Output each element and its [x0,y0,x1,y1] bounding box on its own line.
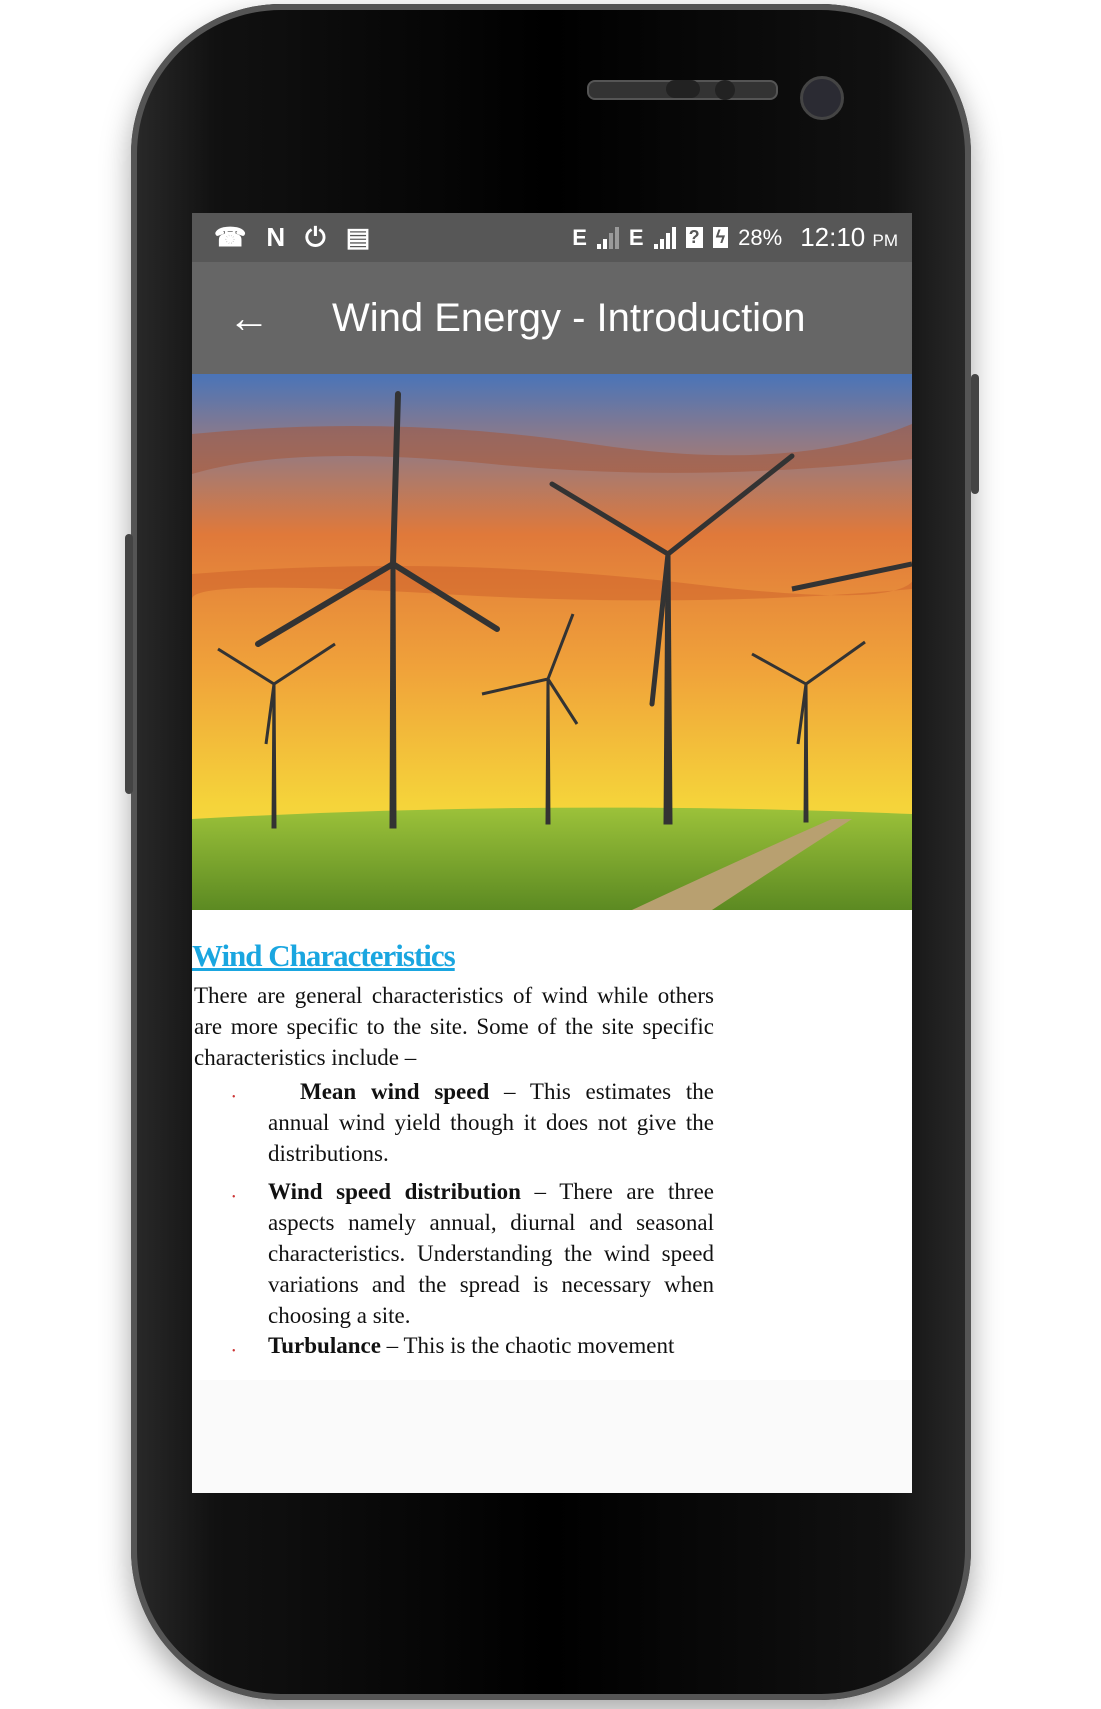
sim-unknown-icon: ? [685,227,703,248]
upload-icon: ⏻ [305,221,326,252]
arrow-left-icon[interactable]: ← [228,294,288,342]
list-item: Wind speed distribution – There are thre… [268,1179,714,1328]
front-camera [800,76,844,120]
light-sensor [715,80,735,100]
signal-icon-1 [596,226,619,249]
screen: ☎ N ⏻ ▤ E E ? ϟ 28% 12:10 PM ← Wind Ener… [192,213,912,1493]
list-item: Mean wind speed – This estimates the ann… [268,1079,714,1166]
proximity-sensor [666,80,700,98]
network-type-2: E [628,224,644,250]
article-content: Wind Characteristics There are general c… [192,910,912,1380]
signal-icon-2 [653,226,676,249]
list-item: Turbulance – This is the chaotic movemen… [268,1333,675,1358]
bullet-icon: • [232,1092,236,1103]
battery-percent: 28% [738,224,783,250]
news-icon: ▤ [345,221,371,252]
n-icon: N [266,221,286,252]
bullet-icon: • [232,1346,236,1357]
page-title: Wind Energy - Introduction [332,295,806,340]
section-heading-link[interactable]: Wind Characteristics [192,938,456,974]
intro-paragraph: There are general characteristics of win… [194,983,714,1070]
status-bar: ☎ N ⏻ ▤ E E ? ϟ 28% 12:10 PM [192,213,912,262]
battery-charging-icon: ϟ [712,227,729,248]
clock: 12:10 [800,222,866,252]
missed-call-icon: ☎ [214,221,247,252]
clock-ampm: PM [872,231,899,250]
wind-turbines-image [192,374,912,910]
power-button [971,374,979,494]
bullet-icon: • [232,1192,236,1203]
network-type-1: E [572,224,587,250]
volume-button [125,534,133,794]
toolbar: ← Wind Energy - Introduction [192,262,912,374]
